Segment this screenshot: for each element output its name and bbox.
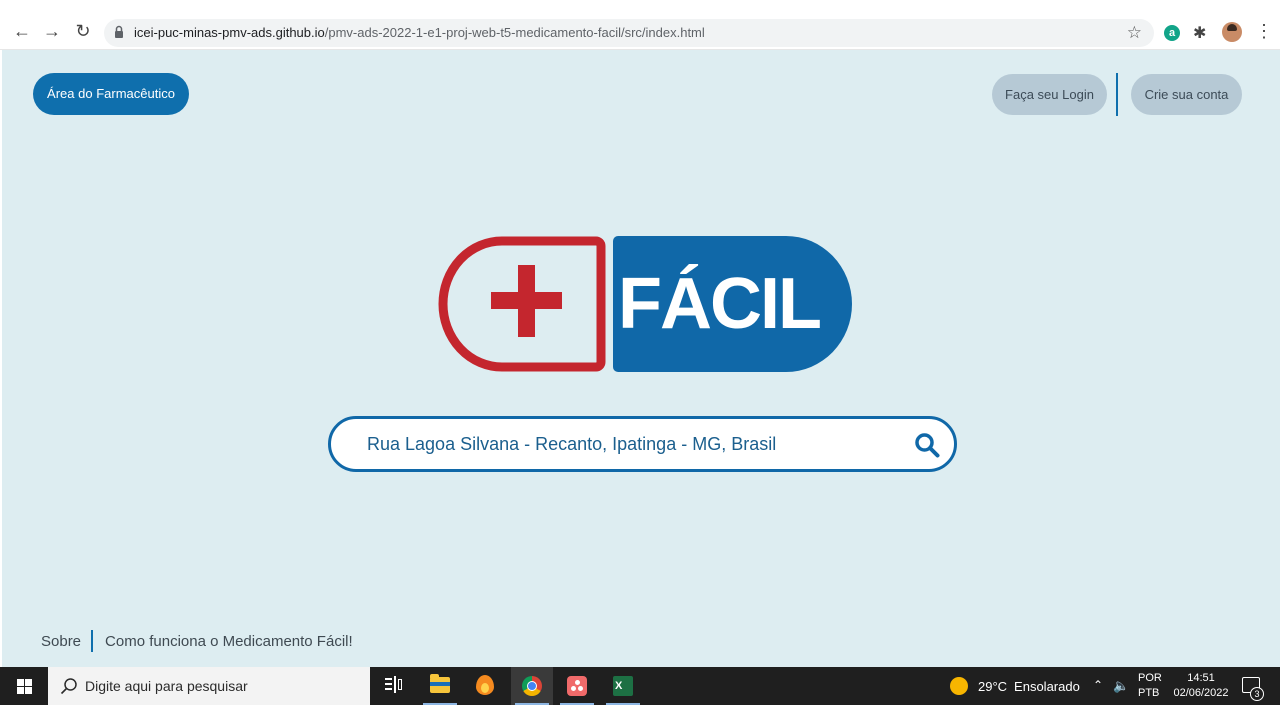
flame-icon bbox=[476, 675, 494, 695]
star-icon[interactable]: ☆ bbox=[1127, 23, 1142, 43]
clock[interactable]: 14:51 02/06/2022 bbox=[1171, 671, 1231, 701]
task-view-button[interactable] bbox=[372, 667, 414, 705]
footer-divider bbox=[91, 630, 94, 652]
chrome-icon bbox=[522, 676, 542, 696]
chrome-app[interactable] bbox=[511, 667, 553, 705]
back-icon[interactable]: ← bbox=[11, 20, 33, 42]
notification-badge: 3 bbox=[1250, 687, 1264, 701]
excel-app[interactable] bbox=[602, 667, 644, 705]
taskbar: Digite aqui para pesquisar 29°C Ensolara… bbox=[0, 667, 1280, 705]
reload-icon[interactable]: ↻ bbox=[72, 20, 94, 42]
extension-icon[interactable]: a bbox=[1164, 25, 1180, 41]
address-bar[interactable]: icei-puc-minas-pmv-ads.github.io/pmv-ads… bbox=[104, 19, 1154, 47]
address-search-box[interactable] bbox=[328, 416, 957, 472]
flame-app[interactable] bbox=[464, 667, 506, 705]
language-code: POR bbox=[1138, 672, 1162, 684]
signup-button[interactable]: Crie sua conta bbox=[1131, 74, 1242, 115]
search-icon bbox=[60, 678, 77, 695]
menu-icon[interactable]: ⋮ bbox=[1255, 20, 1273, 42]
browser-toolbar: ← → ↻ icei-puc-minas-pmv-ads.github.io/p… bbox=[0, 0, 1280, 50]
logo: FÁCIL bbox=[436, 234, 856, 374]
sun-icon bbox=[950, 677, 968, 695]
file-explorer-app[interactable] bbox=[419, 667, 461, 705]
taskbar-search-placeholder: Digite aqui para pesquisar bbox=[85, 678, 248, 694]
chevron-up-icon[interactable]: ⌃ bbox=[1093, 678, 1103, 692]
url-path: /pmv-ads-2022-1-e1-proj-web-t5-medicamen… bbox=[324, 25, 705, 40]
asana-icon bbox=[567, 676, 587, 696]
about-link[interactable]: Sobre bbox=[41, 633, 81, 650]
url-text[interactable]: icei-puc-minas-pmv-ads.github.io/pmv-ads… bbox=[134, 19, 705, 47]
asana-app[interactable] bbox=[556, 667, 598, 705]
weather-widget[interactable]: 29°C Ensolarado bbox=[950, 667, 1080, 705]
login-button[interactable]: Faça seu Login bbox=[992, 74, 1107, 115]
windows-icon bbox=[17, 679, 32, 694]
clock-time: 14:51 bbox=[1187, 672, 1215, 684]
page-content: Área do Farmacêutico Faça seu Login Crie… bbox=[0, 50, 1280, 667]
excel-icon bbox=[613, 676, 633, 696]
url-host: icei-puc-minas-pmv-ads.github.io bbox=[134, 25, 325, 40]
header-divider bbox=[1116, 73, 1118, 116]
avatar[interactable] bbox=[1222, 22, 1242, 42]
folder-icon bbox=[430, 674, 450, 693]
bottom-margin bbox=[0, 705, 1280, 720]
pharmacist-area-button[interactable]: Área do Farmacêutico bbox=[33, 73, 189, 115]
start-button[interactable] bbox=[0, 667, 48, 705]
footer-links: Sobre Como funciona o Medicamento Fácil! bbox=[41, 629, 353, 653]
logo-text: FÁCIL bbox=[618, 264, 822, 344]
weather-temperature: 29°C bbox=[978, 678, 1008, 694]
lock-icon bbox=[115, 25, 123, 38]
clock-date: 02/06/2022 bbox=[1173, 687, 1229, 699]
taskbar-search[interactable]: Digite aqui para pesquisar bbox=[48, 667, 370, 705]
how-it-works-link[interactable]: Como funciona o Medicamento Fácil! bbox=[105, 633, 353, 650]
address-search-input[interactable] bbox=[367, 419, 887, 469]
weather-condition: Ensolarado bbox=[1014, 678, 1080, 694]
keyboard-layout: PTB bbox=[1138, 687, 1160, 699]
forward-icon[interactable]: → bbox=[41, 20, 63, 42]
search-icon[interactable] bbox=[914, 432, 940, 458]
language-indicator[interactable]: POR PTB bbox=[1138, 671, 1162, 701]
volume-icon[interactable]: 🔈 bbox=[1113, 678, 1129, 694]
puzzle-icon[interactable]: ✱ bbox=[1193, 23, 1206, 43]
